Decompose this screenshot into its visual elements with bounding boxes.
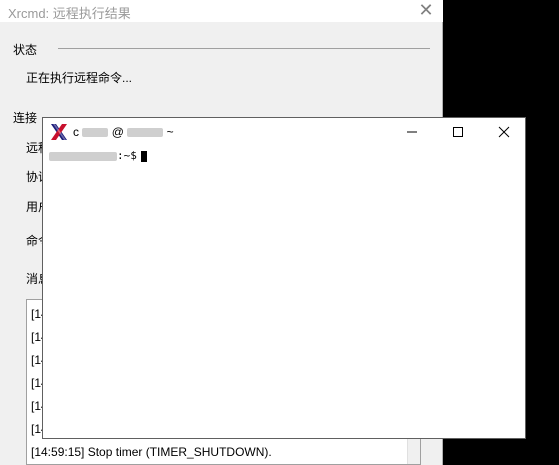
x-terminal-window[interactable]: c @ ~ :~$ [42,117,526,439]
minimize-icon[interactable] [398,121,426,143]
redacted-prompt-userhost [49,151,117,161]
prompt-suffix: :~$ [117,149,137,162]
status-text: 正在执行远程命令... [26,71,133,85]
close-icon[interactable] [490,121,518,143]
dialog-titlebar: Xrcmd: 远程执行结果 ✕ [0,0,443,22]
x-logo-icon [51,124,67,140]
connection-group-label: 连接 [13,111,38,125]
dialog-title: Xrcmd: 远程执行结果 [8,6,131,21]
terminal-prompt[interactable]: :~$ [49,149,147,162]
terminal-cursor [140,150,147,162]
status-group-label: 状态 [13,43,38,57]
redacted-username [82,128,109,138]
log-line: [14:59:15] Stop timer (TIMER_SHUTDOWN). [31,445,272,459]
status-group-divider [58,48,430,49]
redacted-hostname [127,128,164,138]
terminal-titlebar[interactable]: c @ ~ [43,118,525,146]
terminal-title-start: c [73,125,79,139]
close-icon[interactable]: ✕ [415,0,437,20]
terminal-title-at: @ [111,125,124,139]
terminal-title-tail: ~ [166,125,174,139]
maximize-icon[interactable] [444,121,472,143]
terminal-title: c @ ~ [73,125,174,139]
